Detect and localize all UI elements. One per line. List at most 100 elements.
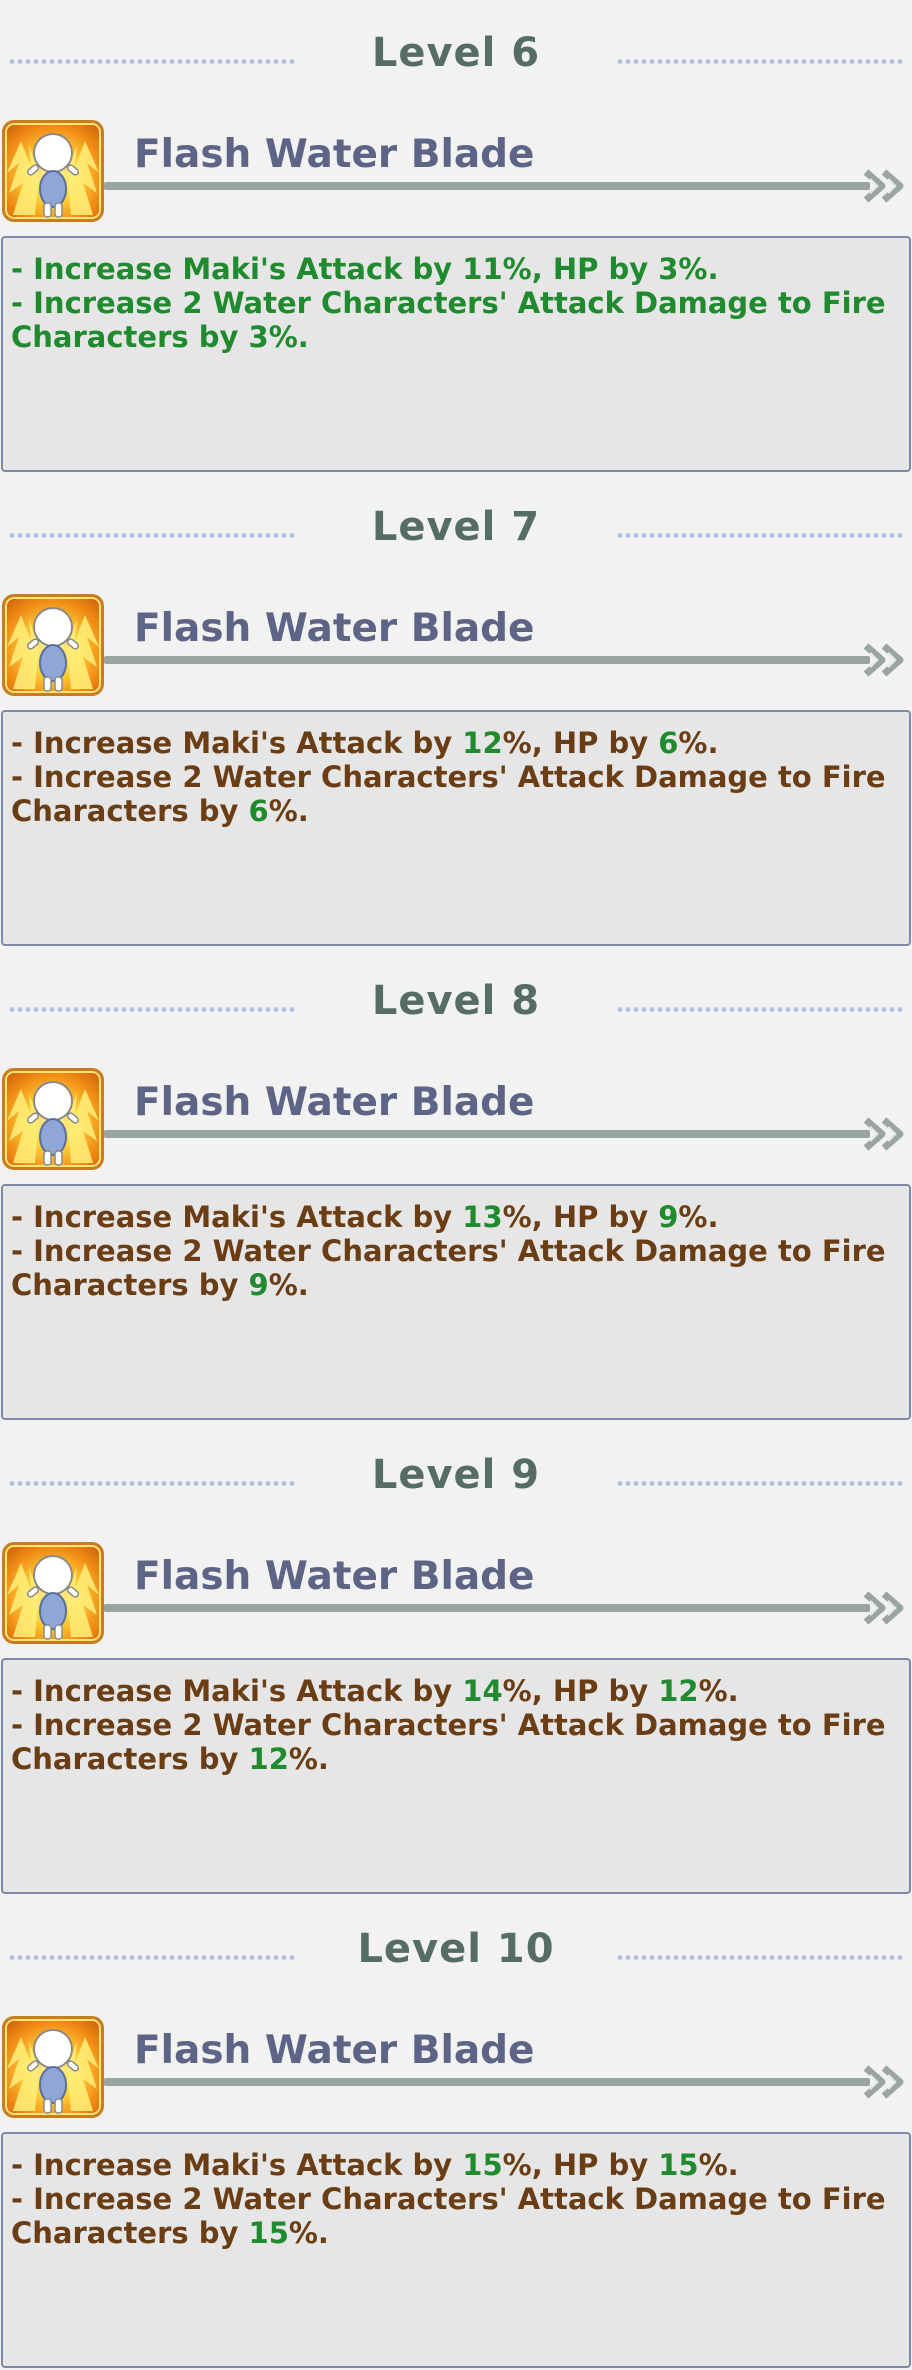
dotted-divider-left — [8, 532, 296, 539]
desc-text: - Increase Maki's Attack by — [11, 1200, 463, 1234]
desc-text: %. — [268, 794, 309, 828]
damage-value: 15 — [248, 2216, 289, 2250]
damage-value-line: Characters by 12%. — [11, 1742, 901, 1776]
desc-text: Characters by — [11, 1268, 249, 1302]
skill-row: Flash Water Blade — [0, 118, 912, 224]
skill-description-box: - Increase Maki's Attack by 14%, HP by 1… — [1, 1658, 911, 1894]
desc-text: Characters by — [11, 794, 249, 828]
skill-name: Flash Water Blade — [134, 1080, 535, 1125]
attack-hp-line: - Increase Maki's Attack by 15%, HP by 1… — [11, 2148, 901, 2182]
chibi-character-icon — [2, 594, 104, 696]
dotted-divider-left — [8, 1006, 296, 1013]
hp-value: 6 — [658, 726, 679, 760]
level-section: Level 8 Flash Water Blade - Increase Mak… — [0, 948, 912, 1422]
attack-value: 12 — [462, 726, 503, 760]
damage-value: 12 — [248, 1742, 289, 1776]
skill-row: Flash Water Blade — [0, 592, 912, 698]
desc-text: %, HP by — [502, 1674, 659, 1708]
attack-value: 13 — [462, 1200, 503, 1234]
attack-hp-line: - Increase Maki's Attack by 12%, HP by 6… — [11, 726, 901, 760]
desc-text: %. — [678, 252, 719, 286]
skill-row: Flash Water Blade — [0, 1540, 912, 1646]
damage-value: 3 — [248, 320, 269, 354]
damage-value-line: Characters by 3%. — [11, 320, 901, 354]
skill-name: Flash Water Blade — [134, 606, 535, 651]
double-chevron-right-icon — [863, 1117, 904, 1151]
double-chevron-right-icon — [863, 643, 904, 677]
level-title: Level 7 — [371, 504, 541, 550]
level-section: Level 10 Flash Water Blade - Increase Ma… — [0, 1896, 912, 2370]
desc-text: %. — [288, 2216, 329, 2250]
chibi-character-icon — [2, 120, 104, 222]
double-chevron-right-icon — [863, 169, 904, 203]
level-header: Level 7 — [0, 502, 912, 568]
desc-text: %. — [288, 1742, 329, 1776]
hp-value: 12 — [658, 1674, 699, 1708]
desc-text: %. — [698, 1674, 739, 1708]
level-section: Level 9 Flash Water Blade - Increase Mak… — [0, 1422, 912, 1896]
level-title: Level 6 — [371, 30, 541, 76]
level-header: Level 9 — [0, 1450, 912, 1516]
dotted-divider-right — [616, 532, 904, 539]
hp-value: 3 — [658, 252, 679, 286]
level-header: Level 10 — [0, 1924, 912, 1990]
attack-hp-line: - Increase Maki's Attack by 13%, HP by 9… — [11, 1200, 901, 1234]
skill-row: Flash Water Blade — [0, 1066, 912, 1172]
skill-divider-line — [104, 2078, 870, 2086]
skill-description-box: - Increase Maki's Attack by 15%, HP by 1… — [1, 2132, 911, 2368]
damage-line: - Increase 2 Water Characters' Attack Da… — [11, 286, 886, 320]
skill-name: Flash Water Blade — [134, 1554, 535, 1599]
desc-text: - Increase Maki's Attack by — [11, 1674, 463, 1708]
damage-line: - Increase 2 Water Characters' Attack Da… — [11, 1234, 886, 1268]
dotted-divider-right — [616, 58, 904, 65]
skill-description-box: - Increase Maki's Attack by 12%, HP by 6… — [1, 710, 911, 946]
attack-value: 11 — [462, 252, 503, 286]
level-section: Level 7 Flash Water Blade - Increase Mak… — [0, 474, 912, 948]
desc-text: %, HP by — [502, 252, 659, 286]
desc-text: %, HP by — [502, 2148, 659, 2182]
damage-value-line: Characters by 15%. — [11, 2216, 901, 2250]
dotted-divider-left — [8, 1954, 296, 1961]
skill-name: Flash Water Blade — [134, 2028, 535, 2073]
dotted-divider-left — [8, 58, 296, 65]
desc-text: Characters by — [11, 320, 249, 354]
desc-text: Characters by — [11, 1742, 249, 1776]
damage-line: - Increase 2 Water Characters' Attack Da… — [11, 760, 886, 794]
dotted-divider-left — [8, 1480, 296, 1487]
skill-name: Flash Water Blade — [134, 132, 535, 177]
level-header: Level 6 — [0, 28, 912, 94]
skill-description-box: - Increase Maki's Attack by 13%, HP by 9… — [1, 1184, 911, 1420]
attack-hp-line: - Increase Maki's Attack by 14%, HP by 1… — [11, 1674, 901, 1708]
desc-text: - Increase Maki's Attack by — [11, 252, 463, 286]
skill-divider-line — [104, 182, 870, 190]
desc-text: %. — [678, 1200, 719, 1234]
level-section: Level 6 Flash Water Blade - Increase Mak… — [0, 0, 912, 474]
skill-divider-line — [104, 1130, 870, 1138]
hp-value: 9 — [658, 1200, 679, 1234]
dotted-divider-right — [616, 1006, 904, 1013]
attack-hp-line: - Increase Maki's Attack by 11%, HP by 3… — [11, 252, 901, 286]
skill-row: Flash Water Blade — [0, 2014, 912, 2120]
level-header: Level 8 — [0, 976, 912, 1042]
chibi-character-icon — [2, 1542, 104, 1644]
desc-text: %. — [268, 320, 309, 354]
desc-text: - Increase Maki's Attack by — [11, 2148, 463, 2182]
chibi-character-icon — [2, 1068, 104, 1170]
desc-text: Characters by — [11, 2216, 249, 2250]
skill-divider-line — [104, 656, 870, 664]
desc-text: %, HP by — [502, 1200, 659, 1234]
desc-text: %, HP by — [502, 726, 659, 760]
desc-text: %. — [678, 726, 719, 760]
damage-value-line: Characters by 9%. — [11, 1268, 901, 1302]
dotted-divider-right — [616, 1954, 904, 1961]
chibi-character-icon — [2, 2016, 104, 2118]
skill-description-box: - Increase Maki's Attack by 11%, HP by 3… — [1, 236, 911, 472]
hp-value: 15 — [658, 2148, 699, 2182]
damage-value-line: Characters by 6%. — [11, 794, 901, 828]
damage-value: 6 — [248, 794, 269, 828]
level-title: Level 10 — [357, 1926, 555, 1972]
double-chevron-right-icon — [863, 2065, 904, 2099]
dotted-divider-right — [616, 1480, 904, 1487]
damage-value: 9 — [248, 1268, 269, 1302]
damage-line: - Increase 2 Water Characters' Attack Da… — [11, 2182, 886, 2216]
